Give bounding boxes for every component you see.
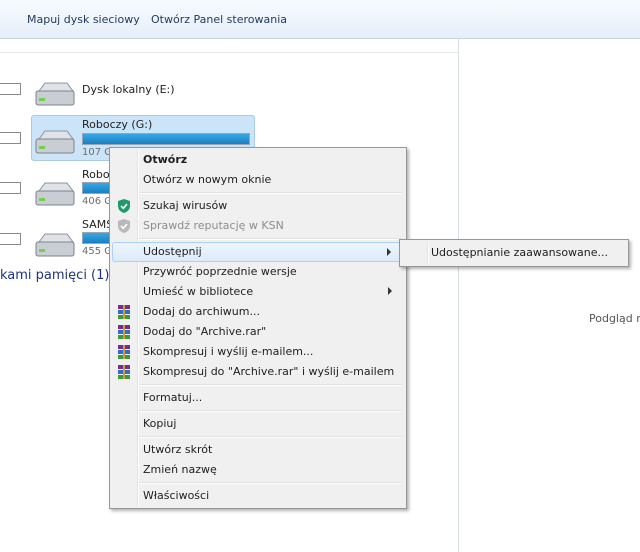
command-bar: Mapuj dysk sieciowy Otwórz Panel sterowa… (0, 0, 640, 39)
submenu-arrow-icon (388, 287, 392, 295)
menu-item-rename[interactable]: Zmień nazwę (112, 460, 402, 480)
kaspersky-shield-icon (118, 199, 130, 213)
menu-item-add-to-archive-rar[interactable]: Dodaj do "Archive.rar" (112, 322, 402, 342)
menu-separator (140, 238, 402, 240)
winrar-icon (118, 345, 130, 359)
menu-item-format[interactable]: Formatuj... (112, 388, 402, 408)
menu-separator (140, 192, 402, 194)
drive-checkbox[interactable] (0, 132, 21, 144)
drive-checkbox[interactable] (0, 182, 21, 194)
menu-item-label: Kopiuj (143, 417, 177, 430)
drive-name: Roboczy (G:) (82, 118, 153, 131)
drive-checkbox[interactable] (0, 233, 21, 245)
menu-item-label: Otwórz w nowym oknie (143, 173, 272, 186)
preview-pane-message: Podgląd ni (589, 312, 640, 325)
menu-item-copy[interactable]: Kopiuj (112, 414, 402, 434)
header-divider (0, 52, 458, 53)
menu-item-label: Właściwości (143, 489, 210, 502)
hard-drive-icon (35, 130, 75, 154)
drive-item-e[interactable]: Dysk lokalny (E:) (0, 80, 260, 110)
menu-item-label: Szukaj wirusów (143, 199, 228, 212)
share-submenu: Udostępnianie zaawansowane... (399, 239, 629, 267)
menu-item-advanced-sharing[interactable]: Udostępnianie zaawansowane... (431, 246, 608, 259)
drive-usage-fill (83, 134, 249, 144)
menu-item-add-to-archive[interactable]: Dodaj do archiwum... (112, 302, 402, 322)
hard-drive-icon (35, 182, 75, 206)
menu-item-share[interactable]: Udostępnij (112, 242, 402, 262)
menu-item-label: Umieść w bibliotece (143, 285, 254, 298)
menu-separator (140, 482, 402, 484)
menu-item-check-ksn: Sprawdź reputację w KSN (112, 216, 402, 236)
menu-separator (140, 384, 402, 386)
winrar-icon (118, 325, 130, 339)
menu-item-compress-rar-email[interactable]: Skompresuj do "Archive.rar" i wyślij e-m… (112, 362, 402, 382)
menu-item-label: Sprawdź reputację w KSN (143, 219, 284, 232)
menu-separator (140, 410, 402, 412)
winrar-icon (118, 365, 130, 379)
menu-item-open[interactable]: Otwórz (112, 150, 402, 170)
menu-item-label: Przywróć poprzednie wersje (143, 265, 297, 278)
map-network-drive-button[interactable]: Mapuj dysk sieciowy (27, 13, 140, 26)
menu-item-label: Formatuj... (143, 391, 203, 404)
drive-name: Dysk lokalny (E:) (82, 83, 175, 96)
menu-item-include-library[interactable]: Umieść w bibliotece (112, 282, 402, 302)
drive-usage-bar (82, 133, 250, 145)
winrar-icon (118, 305, 130, 319)
menu-item-open-new-window[interactable]: Otwórz w nowym oknie (112, 170, 402, 190)
menu-item-scan-viruses[interactable]: Szukaj wirusów (112, 196, 402, 216)
menu-item-label: Utwórz skrót (143, 443, 213, 456)
context-menu: Otwórz Otwórz w nowym oknie Szukaj wirus… (109, 147, 407, 509)
menu-item-label: Dodaj do "Archive.rar" (143, 325, 267, 338)
menu-item-label: Zmień nazwę (143, 463, 217, 476)
menu-item-create-shortcut[interactable]: Utwórz skrót (112, 440, 402, 460)
menu-item-compress-email[interactable]: Skompresuj i wyślij e-mailem... (112, 342, 402, 362)
menu-item-properties[interactable]: Właściwości (112, 486, 402, 506)
menu-item-label: Udostępnij (143, 245, 202, 258)
preview-pane-divider[interactable] (458, 39, 459, 552)
drive-checkbox[interactable] (0, 83, 21, 95)
hard-drive-icon (35, 233, 75, 257)
menu-item-label: Skompresuj i wyślij e-mailem... (143, 345, 314, 358)
removable-storage-header[interactable]: kami pamięci (1) (0, 268, 109, 283)
kaspersky-shield-grey-icon (118, 219, 130, 233)
hard-drive-icon (35, 82, 75, 106)
open-control-panel-button[interactable]: Otwórz Panel sterowania (151, 13, 287, 26)
menu-item-restore-previous[interactable]: Przywróć poprzednie wersje (112, 262, 402, 282)
menu-item-label: Dodaj do archiwum... (143, 305, 260, 318)
submenu-arrow-icon (387, 248, 391, 256)
menu-icon-gutter (427, 242, 429, 264)
menu-separator (140, 436, 402, 438)
menu-item-label: Skompresuj do "Archive.rar" i wyślij e-m… (143, 365, 395, 378)
menu-item-label: Otwórz (143, 153, 188, 166)
